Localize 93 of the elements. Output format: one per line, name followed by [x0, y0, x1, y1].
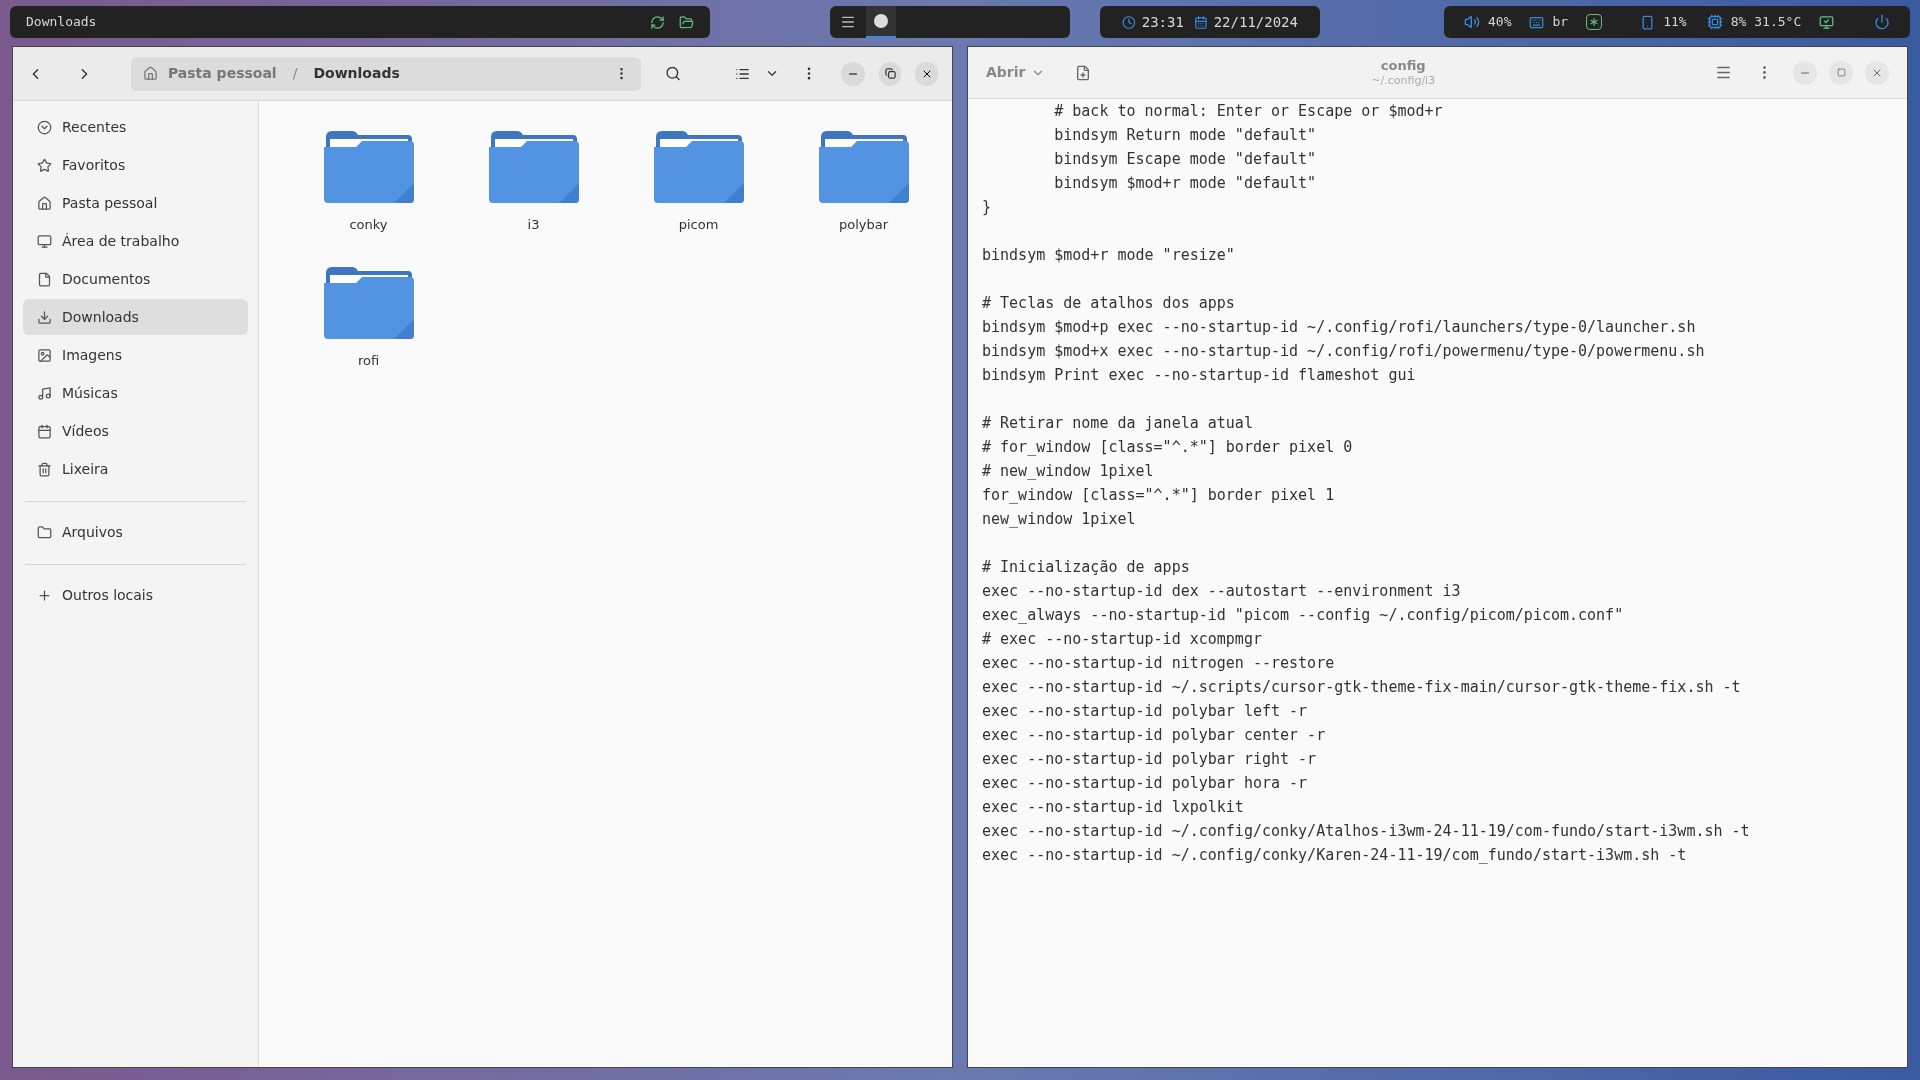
sidebar-item[interactable]: Pasta pessoal [23, 185, 248, 221]
time-text: 23:31 [1141, 12, 1184, 32]
code-line: exec --no-startup-id polybar center -r [982, 725, 1326, 746]
code-line: exec --no-startup-id lxpolkit [982, 797, 1244, 818]
folder-name[interactable]: rofi [357, 351, 380, 371]
sidebar-item[interactable]: Músicas [23, 375, 248, 411]
maximize-icon [1836, 68, 1846, 77]
folder-icon[interactable] [679, 14, 694, 30]
folder-icon [321, 129, 416, 205]
monitor-icon[interactable] [1819, 14, 1835, 30]
minimize-button[interactable] [840, 61, 865, 86]
sidebar-item[interactable]: Lixeira [23, 451, 248, 487]
code-line: # new_window 1pixel [982, 461, 1154, 482]
sidebar-item[interactable]: Imagens [23, 337, 248, 373]
calendar-icon [1193, 14, 1208, 30]
code-line: exec --no-startup-id ~/.scripts/cursor-gtk-theme-fix-main/cursor-gtk-theme-fix.sh -t [982, 677, 1741, 698]
trash-icon [37, 461, 52, 477]
power-icon[interactable] [1874, 14, 1890, 30]
code-line: bindsym $mod+p exec --no-startup-id ~/.config/rofi/launchers/type-0/launcher.sh [982, 317, 1696, 338]
code-line: } [982, 197, 992, 218]
sidebar-item[interactable]: Recentes [23, 109, 248, 145]
folder-icon [651, 129, 746, 205]
code-line: bindsym Return mode "default" [1053, 125, 1317, 146]
close-button[interactable] [915, 61, 938, 86]
workspace-button[interactable] [866, 6, 896, 38]
cpu-icon [1706, 14, 1723, 30]
path-segment[interactable]: Downloads [313, 63, 400, 84]
cpu-text: 8% [1730, 13, 1747, 32]
code-line: # for_window [class="^.*"] border pixel 0 [982, 437, 1353, 458]
window-title: Downloads [26, 13, 97, 32]
date-text: 22/11/2024 [1213, 12, 1298, 32]
code-line: # Teclas de atalhos dos apps [982, 293, 1235, 314]
code-line: exec --no-startup-id ~/.config/conky/Karen-24-11-19/com_fundo/start-i3wm.sh -t [982, 845, 1687, 866]
menu-icon[interactable] [1715, 64, 1732, 81]
folder-name[interactable]: conky [349, 215, 388, 235]
code-line: bindsym Escape mode "default" [1053, 149, 1317, 170]
battery-text: 11% [1663, 13, 1687, 32]
code-line: exec --no-startup-id polybar left -r [982, 701, 1308, 722]
document-title: config [1380, 57, 1426, 74]
code-line: # back to normal: Enter or Escape or $mod+r [1053, 101, 1443, 122]
maximize-button[interactable] [878, 61, 902, 86]
code-line: bindsym $mod+r mode "default" [1053, 173, 1317, 194]
sidebar-item[interactable]: Downloads [23, 299, 248, 335]
code-line: exec --no-startup-id ~/.config/conky/Atalhos-i3wm-24-11-19/com-fundo/start-i3wm.sh -t [982, 821, 1750, 842]
new-tab-icon[interactable] [1075, 64, 1092, 81]
menu-icon [840, 14, 856, 30]
document-icon [37, 271, 52, 287]
sidebar-item[interactable]: Outros locais [23, 577, 248, 613]
star-icon [37, 157, 52, 173]
sidebar-item[interactable]: Área de trabalho [23, 223, 248, 259]
document-path: ~/.config/i3 [1371, 73, 1436, 88]
asterisk-icon[interactable] [1586, 14, 1603, 30]
sidebar-item[interactable]: Favoritos [23, 147, 248, 183]
keyboard-layout: br [1552, 13, 1569, 32]
sidebar-item[interactable]: Arquivos [23, 514, 248, 550]
folder-name[interactable]: i3 [527, 215, 540, 235]
code-line: exec_always --no-startup-id "picom --config ~/.config/picom/picom.conf" [982, 605, 1624, 626]
code-line: new_window 1pixel [982, 509, 1136, 530]
home-icon [142, 66, 158, 81]
folder-icon [816, 129, 911, 205]
monitor-icon [37, 233, 52, 249]
folder-name[interactable]: polybar [838, 215, 889, 235]
sidebar-item[interactable]: Documentos [23, 261, 248, 297]
image-icon [37, 347, 52, 363]
refresh-icon[interactable] [650, 14, 665, 30]
volume-icon[interactable] [1464, 14, 1480, 30]
code-line: bindsym $mod+r mode "resize" [982, 245, 1235, 266]
code-line: exec --no-startup-id dex --autostart --environment i3 [982, 581, 1461, 602]
code-line: exec --no-startup-id polybar right -r [982, 749, 1317, 770]
code-line: exec --no-startup-id nitrogen --restore [982, 653, 1335, 674]
code-line: # exec --no-startup-id xcompmgr [982, 629, 1262, 650]
code-line: bindsym $mod+x exec --no-startup-id ~/.config/rofi/powermenu/type-0/powermenu.sh [982, 341, 1705, 362]
search-icon[interactable] [665, 65, 682, 82]
code-line: # Inicialização de apps [982, 557, 1190, 578]
home-icon [37, 195, 52, 211]
code-line: bindsym Print exec --no-startup-id flameshot gui [982, 365, 1416, 386]
path-separator: / [292, 64, 298, 83]
music-icon [37, 385, 52, 401]
folder-icon [321, 265, 416, 341]
volume-text: 40% [1488, 13, 1512, 32]
plus-icon [37, 587, 52, 603]
calendar-icon [37, 423, 52, 439]
temperature-text: 31.5°C [1754, 13, 1802, 32]
code-line: # Retirar nome da janela atual [982, 413, 1253, 434]
folder-icon [486, 129, 581, 205]
sidebar-item[interactable]: Vídeos [23, 413, 248, 449]
code-line: exec --no-startup-id polybar hora -r [982, 773, 1308, 794]
folder-name[interactable]: picom [678, 215, 719, 235]
folder-icon [37, 524, 52, 540]
code-line: for_window [class="^.*"] border pixel 1 [982, 485, 1335, 506]
restore-icon [884, 68, 896, 79]
download-icon [37, 309, 52, 325]
keyboard-icon [1529, 14, 1545, 30]
